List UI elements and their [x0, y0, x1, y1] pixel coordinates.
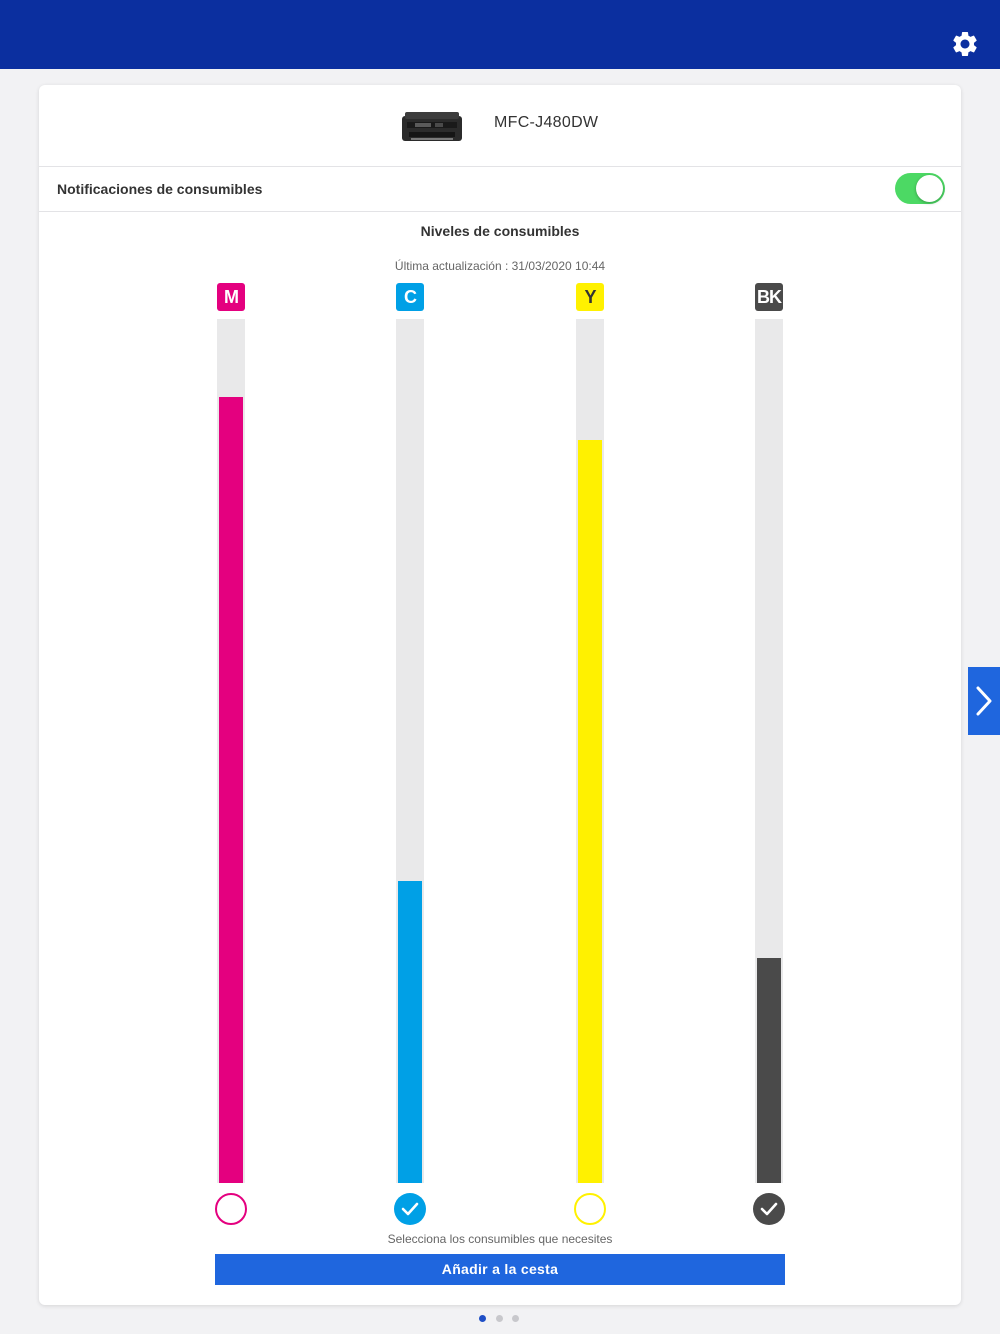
page-dot[interactable] — [496, 1315, 503, 1322]
gear-icon[interactable] — [950, 29, 980, 59]
ink-badge-black: BK — [755, 283, 783, 311]
notifications-row: Notificaciones de consumibles — [39, 167, 961, 212]
ink-level-bar-cyan — [398, 881, 422, 1183]
printer-icon — [401, 111, 463, 143]
ink-level-track-black — [755, 319, 783, 1183]
ink-level-track-magenta — [217, 319, 245, 1183]
page-dot[interactable] — [479, 1315, 486, 1322]
ink-select-yellow[interactable] — [574, 1193, 606, 1225]
ink-level-bar-black — [757, 958, 781, 1183]
select-hint: Selecciona los consumibles que necesites — [387, 1232, 613, 1246]
ink-column-black: BK — [753, 283, 785, 1225]
ink-column-cyan: C — [394, 283, 426, 1225]
levels-title: Niveles de consumibles — [420, 223, 580, 239]
next-page-button[interactable] — [968, 667, 1000, 735]
ink-badge-yellow: Y — [576, 283, 604, 311]
ink-level-bar-yellow — [578, 440, 602, 1183]
ink-level-track-cyan — [396, 319, 424, 1183]
printer-header: MFC-J480DW — [39, 85, 961, 167]
last-updated: Última actualización : 31/03/2020 10:44 — [394, 259, 606, 273]
top-bar — [0, 0, 1000, 69]
toggle-knob — [916, 175, 943, 202]
supplies-card: MFC-J480DW Notificaciones de consumibles… — [39, 85, 961, 1305]
ink-column-magenta: M — [215, 283, 247, 1225]
chevron-right-icon — [976, 686, 992, 716]
ink-select-black[interactable] — [753, 1193, 785, 1225]
page-dot[interactable] — [512, 1315, 519, 1322]
notifications-toggle[interactable] — [895, 173, 945, 204]
ink-select-cyan[interactable] — [394, 1193, 426, 1225]
ink-badge-magenta: M — [217, 283, 245, 311]
ink-column-yellow: Y — [574, 283, 606, 1225]
add-to-cart-button[interactable]: Añadir a la cesta — [215, 1254, 785, 1285]
printer-name: MFC-J480DW — [494, 114, 599, 131]
ink-select-magenta[interactable] — [215, 1193, 247, 1225]
page-indicator — [479, 1315, 521, 1323]
ink-level-bar-magenta — [219, 397, 243, 1183]
notifications-label: Notificaciones de consumibles — [57, 181, 263, 197]
ink-level-track-yellow — [576, 319, 604, 1183]
ink-badge-cyan: C — [396, 283, 424, 311]
